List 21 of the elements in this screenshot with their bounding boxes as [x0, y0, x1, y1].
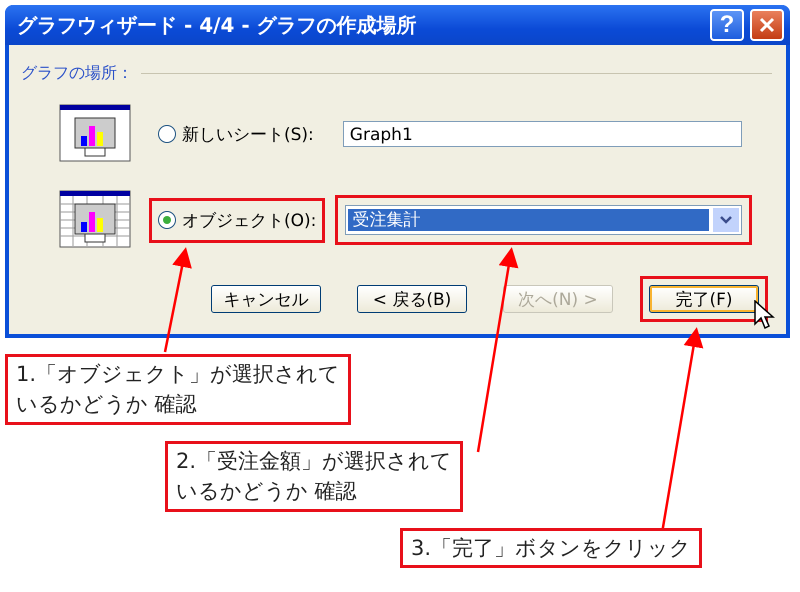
window-title: グラフウィザード - 4/4 - グラフの作成場所 — [17, 12, 417, 38]
radio-button[interactable] — [158, 125, 176, 143]
radio-label: オブジェクト(O): — [182, 210, 316, 232]
dialog-button[interactable]: < 戻る(B) — [357, 285, 467, 313]
annotation-callout: 1.「オブジェクト」が選択されて いるかどうか 確認 — [5, 354, 352, 425]
close-icon — [757, 15, 777, 35]
annotation-callout: 3.「完了」ボタンをクリック — [400, 528, 702, 568]
help-button[interactable]: ? — [710, 9, 744, 41]
annotation-callout: 2.「受注金額」が選択されて いるかどうか 確認 — [165, 440, 464, 512]
chart-sheet-drawing — [59, 104, 131, 164]
mouse-pointer-icon — [754, 300, 776, 332]
sheet-name-field[interactable]: Graph1 — [342, 121, 742, 147]
dialog-button[interactable]: 完了(F) — [649, 285, 759, 313]
radio-button[interactable] — [158, 211, 176, 229]
sheet-dropdown[interactable]: 受注集計 — [345, 205, 742, 235]
dialog-button[interactable]: キャンセル — [211, 285, 321, 313]
radio-label: 新しいシート(S): — [182, 124, 314, 146]
close-button[interactable] — [750, 9, 784, 41]
embedded-chart-drawing — [59, 190, 131, 250]
group-label: グラフの場所： — [21, 63, 133, 84]
chevron-down-icon — [720, 216, 732, 224]
